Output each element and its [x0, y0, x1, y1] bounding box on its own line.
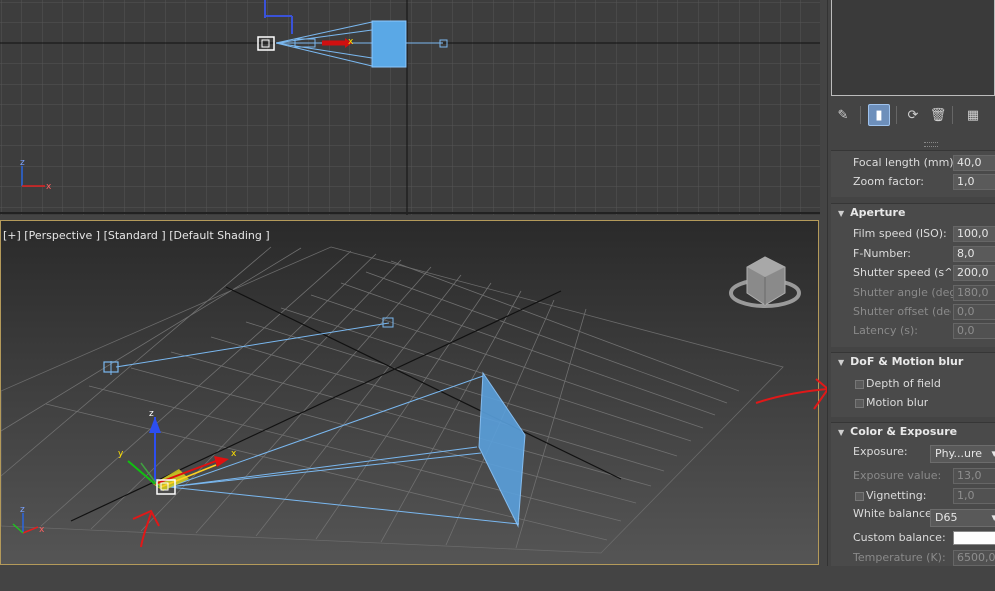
depth-of-field-checkbox[interactable] [855, 380, 864, 389]
exposure-label: Exposure: [853, 445, 908, 458]
white-balance-label: White balance: [853, 507, 936, 520]
make-unique-icon[interactable]: ⟳ [902, 104, 924, 126]
perspective-viewport[interactable]: z x y z x [+] [Perspective ] [Standard ] [0, 220, 819, 565]
status-area [0, 566, 995, 591]
viewcube[interactable] [729, 256, 801, 308]
shutter-angle-field[interactable]: 180,0 [953, 285, 995, 301]
zoom-factor-field[interactable]: 1,0 [953, 174, 995, 190]
exposure-value-label: Exposure value: [853, 469, 942, 482]
panel-resize-grip[interactable] [924, 142, 938, 147]
shutter-speed-label: Shutter speed (s^-1 [853, 266, 951, 279]
top-viewport[interactable]: z x x [0, 0, 820, 215]
dof-title: DoF & Motion blur [850, 355, 964, 368]
f-number-field[interactable]: 8,0 [953, 246, 995, 262]
modifier-stack-list[interactable] [831, 0, 995, 96]
top-axis-x-label: x [46, 182, 52, 192]
latency-label: Latency (s): [853, 324, 918, 337]
collapse-triangle-icon: ▼ [838, 209, 845, 218]
chevron-down-icon: ▾ [991, 510, 995, 526]
rollout-color-exposure: ▼ Color & Exposure Exposure: Phy...ure ▾ E… [831, 422, 995, 566]
rollout-dof-motion-blur: ▼ DoF & Motion blur Depth of field Motion… [831, 352, 995, 417]
top-viewport-canvas: z x x [0, 0, 820, 215]
color-exposure-title: Color & Exposure [850, 425, 958, 438]
exposure-dropdown-value: Phy...ure [935, 447, 983, 460]
temperature-label: Temperature (K): [853, 551, 946, 564]
film-speed-field[interactable]: 100,0 [953, 226, 995, 242]
gizmo-z-label: z [149, 409, 154, 419]
color-exposure-header[interactable]: ▼ Color & Exposure [838, 425, 957, 441]
top-axis-z-label: z [20, 158, 25, 168]
toolbar-divider [896, 106, 897, 124]
focal-length-field[interactable]: 40,0 [953, 155, 995, 171]
collapse-triangle-icon: ▼ [838, 428, 845, 437]
shutter-speed-field[interactable]: 200,0 [953, 265, 995, 281]
persp-axis-z-label: z [20, 505, 25, 515]
zoom-factor-label: Zoom factor: [853, 175, 924, 188]
collapse-triangle-icon: ▼ [838, 358, 845, 367]
vignetting-label: Vignetting: [866, 489, 927, 502]
motion-blur-label: Motion blur [866, 396, 929, 409]
configure-sets-icon[interactable]: ▦ [962, 104, 984, 126]
white-balance-dropdown[interactable]: D65 ▾ [930, 509, 995, 527]
ground-grid [1, 246, 784, 554]
red-annotation-arrow-panel [755, 378, 830, 410]
film-speed-label: Film speed (ISO): [853, 227, 947, 240]
shutter-angle-label: Shutter angle (deg): [853, 286, 965, 299]
custom-balance-label: Custom balance: [853, 531, 946, 544]
vignetting-field[interactable]: 1,0 [953, 488, 995, 504]
latency-field[interactable]: 0,0 [953, 323, 995, 339]
viewport-label[interactable]: [+] [Perspective ] [Standard ] [Default … [3, 229, 270, 242]
aperture-title: Aperture [850, 206, 906, 219]
gizmo-x-label: x [231, 449, 237, 459]
f-number-label: F-Number: [853, 247, 911, 260]
temperature-field[interactable]: 6500,0 [953, 550, 995, 566]
chevron-down-icon: ▾ [991, 446, 995, 462]
top-gizmo-x-label: x [348, 37, 354, 47]
shutter-offset-label: Shutter offset (deg [853, 305, 951, 318]
gizmo-y-label: y [118, 449, 124, 459]
shutter-offset-field[interactable]: 0,0 [953, 304, 995, 320]
exposure-dropdown[interactable]: Phy...ure ▾ [930, 445, 995, 463]
depth-of-field-label: Depth of field [866, 377, 941, 390]
exposure-value-field[interactable]: 13,0 [953, 468, 995, 484]
modify-panel: ✎ ▮ ⟳ 🗑 ▦ Focal length (mm): 40,0 Zoom f… [827, 0, 995, 566]
perspective-canvas: z x y z x [1, 246, 801, 554]
modifier-stack-icon[interactable]: ▮ [868, 104, 890, 126]
white-balance-dropdown-value: D65 [935, 511, 958, 524]
dof-header[interactable]: ▼ DoF & Motion blur [838, 355, 963, 371]
rollout-lens: Focal length (mm): 40,0 Zoom factor: 1,0 [831, 150, 995, 197]
remove-modifier-icon[interactable]: 🗑 [927, 104, 949, 126]
vignetting-checkbox[interactable] [855, 492, 864, 501]
toolbar-divider [860, 106, 861, 124]
persp-axis-x-label: x [39, 525, 45, 535]
rollout-aperture: ▼ Aperture Film speed (ISO): 100,0 F-Numb… [831, 203, 995, 347]
custom-balance-color-swatch[interactable] [953, 531, 995, 545]
focal-length-label: Focal length (mm): [853, 156, 958, 169]
toolbar-divider [952, 106, 953, 124]
aperture-header[interactable]: ▼ Aperture [838, 206, 905, 222]
pin-icon[interactable]: ✎ [832, 104, 854, 126]
motion-blur-checkbox[interactable] [855, 399, 864, 408]
